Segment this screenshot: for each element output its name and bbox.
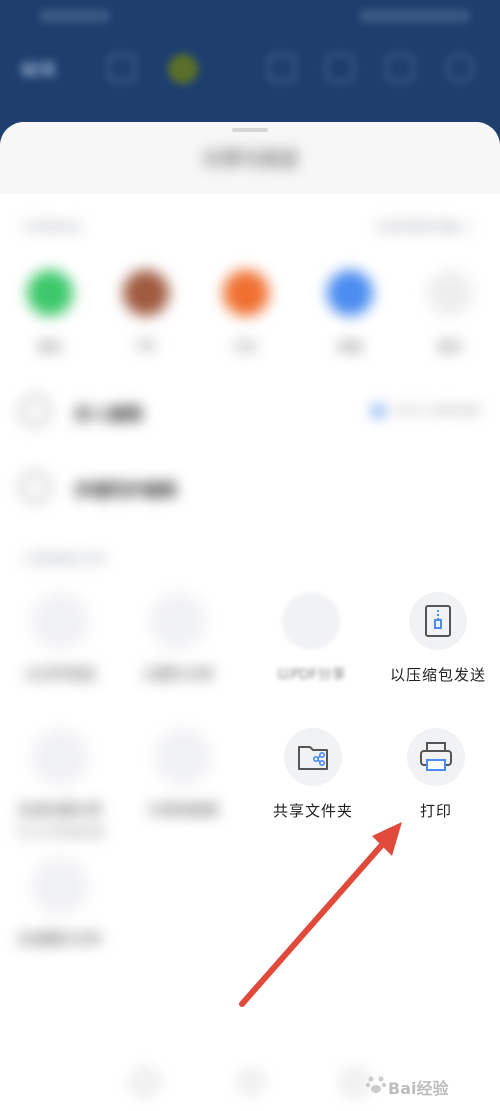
annotation-arrow <box>239 822 402 1007</box>
watermark-text: Bai经验 <box>388 1079 449 1098</box>
watermark: Bai经验 <box>364 1067 484 1103</box>
paw-icon <box>365 1076 387 1093</box>
